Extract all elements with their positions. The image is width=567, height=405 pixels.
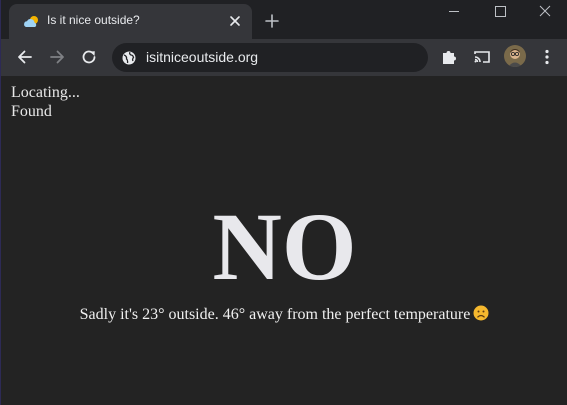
forward-arrow-icon[interactable] <box>47 47 67 67</box>
temperature-detail: Sadly it's 23° outside. 46° away from th… <box>1 305 567 324</box>
cast-icon[interactable] <box>472 47 492 67</box>
tab-is-it-nice-outside[interactable]: Is it nice outside? <box>9 4 252 39</box>
globe-icon[interactable] <box>121 50 137 66</box>
extensions-puzzle-icon[interactable] <box>439 47 459 67</box>
reload-icon[interactable] <box>79 47 99 67</box>
temperature-detail-text: Sadly it's 23° outside. 46° away from th… <box>79 306 471 323</box>
more-menu-icon[interactable] <box>537 47 557 67</box>
url-text: isitniceoutside.org <box>146 49 259 65</box>
minimize-icon[interactable] <box>431 0 476 26</box>
window-close-icon[interactable] <box>522 0 567 26</box>
back-arrow-icon[interactable] <box>15 47 35 67</box>
profile-avatar[interactable] <box>504 45 526 67</box>
weather-sun-cloud-icon <box>23 14 41 30</box>
tab-title: Is it nice outside? <box>47 13 140 27</box>
sad-face-emoji-icon <box>473 305 489 321</box>
page-content: Locating... Found NO Sadly it's 23° outs… <box>1 76 567 405</box>
address-bar[interactable]: isitniceoutside.org <box>112 43 428 72</box>
new-tab-plus-icon[interactable] <box>263 12 281 30</box>
answer-heading: NO <box>212 193 357 300</box>
status-found: Found <box>11 103 52 120</box>
status-locating: Locating... <box>11 84 80 101</box>
tab-close-icon[interactable] <box>227 13 243 29</box>
browser-window: Is it nice outside? isitniceoutside.org … <box>0 0 567 405</box>
tab-strip: Is it nice outside? <box>1 0 567 39</box>
browser-toolbar: isitniceoutside.org <box>1 39 567 76</box>
maximize-icon[interactable] <box>477 0 522 26</box>
